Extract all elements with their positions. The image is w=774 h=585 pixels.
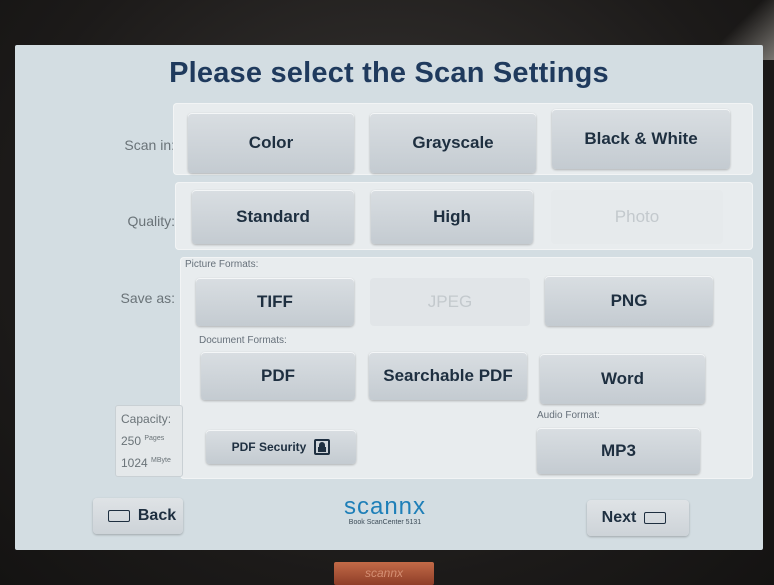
format-tiff-button[interactable]: TIFF	[196, 278, 354, 326]
page-title: Please select the Scan Settings	[169, 57, 609, 89]
audio-format-label: Audio Format:	[537, 410, 600, 421]
format-mp3-button[interactable]: MP3	[537, 428, 700, 474]
scan-grayscale-button[interactable]: Grayscale	[370, 113, 536, 173]
format-png-button[interactable]: PNG	[545, 276, 713, 326]
capacity-pages-value: 250	[121, 434, 142, 448]
format-searchable-pdf-button[interactable]: Searchable PDF	[369, 352, 527, 400]
back-button[interactable]: Back	[93, 498, 183, 534]
capacity-mbyte-unit: MByte	[151, 457, 171, 464]
format-jpeg-button[interactable]: JPEG	[370, 278, 530, 326]
touch-screen: Please select the Scan Settings Scan in:…	[15, 45, 763, 550]
quality-high-button[interactable]: High	[371, 190, 533, 244]
logo-subtitle: Book ScanCenter 5131	[348, 519, 422, 526]
scan-in-label: Scan in:	[124, 137, 175, 153]
pdf-security-button[interactable]: PDF Security	[206, 430, 356, 464]
quality-photo-button[interactable]: Photo	[551, 190, 723, 244]
scan-black-white-button[interactable]: Black & White	[552, 109, 730, 169]
quality-label: Quality:	[127, 213, 175, 229]
next-button[interactable]: Next	[587, 500, 689, 536]
capacity-mbyte-value: 1024	[121, 456, 148, 470]
capacity-pages-unit: Pages	[144, 435, 165, 442]
capacity-mbyte: 1024 MByte	[121, 451, 182, 473]
next-button-label: Next	[601, 509, 637, 526]
document-formats-label: Document Formats:	[199, 335, 287, 346]
lock-icon	[314, 439, 331, 455]
capacity-pages: 250 Pages	[121, 429, 182, 451]
capacity-box: Capacity: 250 Pages 1024 MByte	[115, 405, 183, 477]
device-badge: scannx	[334, 562, 434, 585]
format-word-button[interactable]: Word	[540, 354, 705, 404]
format-pdf-button[interactable]: PDF	[201, 352, 355, 400]
logo-brand: scannx	[343, 493, 427, 520]
next-arrow-icon	[644, 512, 667, 524]
picture-formats-label: Picture Formats:	[185, 259, 259, 270]
scan-color-button[interactable]: Color	[188, 113, 354, 173]
pdf-security-label: PDF Security	[231, 440, 307, 454]
back-button-label: Back	[137, 507, 177, 524]
scannx-logo: scannx Book ScanCenter 5131	[305, 493, 465, 527]
save-as-label: Save as:	[120, 290, 175, 306]
quality-standard-button[interactable]: Standard	[192, 190, 354, 244]
back-arrow-icon	[107, 510, 130, 522]
capacity-label: Capacity:	[121, 412, 172, 426]
